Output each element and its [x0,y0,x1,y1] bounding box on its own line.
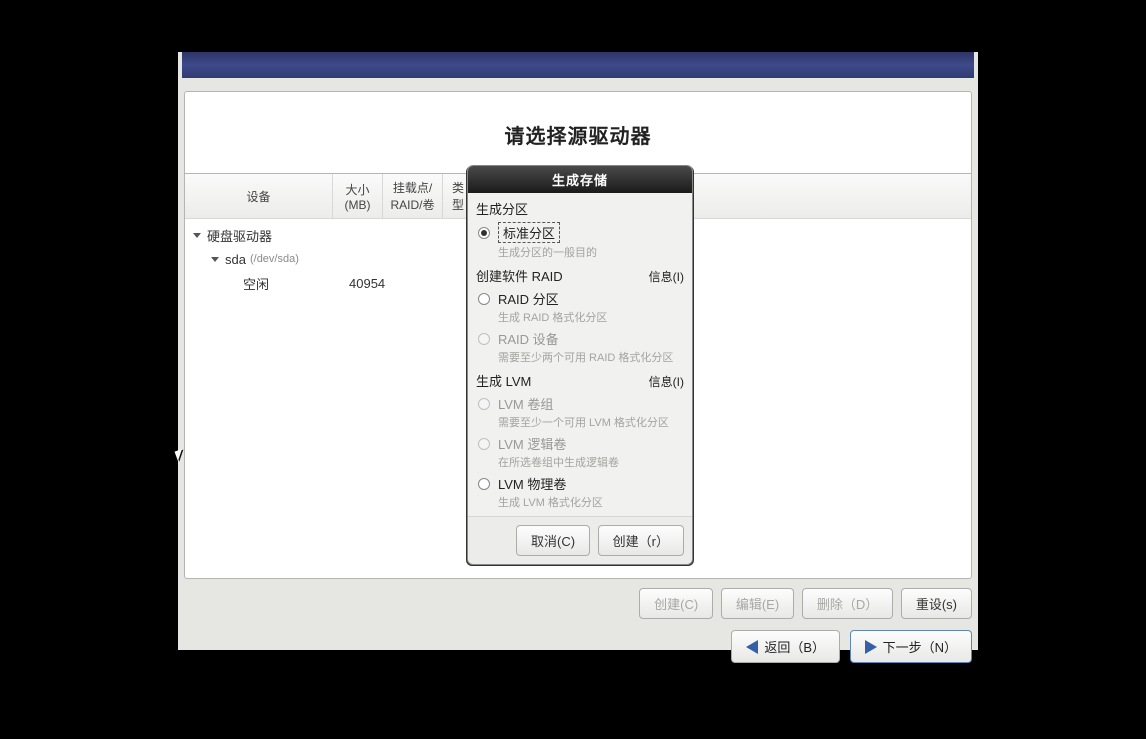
action-button-row: 创建(C) 编辑(E) 删除（D） 重设(s) [178,588,978,619]
delete-button[interactable]: 删除（D） [802,588,893,619]
col-size[interactable]: 大小 (MB) [333,174,383,218]
radio-desc: 需要至少两个可用 RAID 格式化分区 [476,349,684,365]
radio-raid-partition[interactable]: RAID 分区 [476,289,684,308]
col-device[interactable]: 设备 [185,174,333,218]
header-band [182,52,974,78]
next-button[interactable]: 下一步（N） [850,630,972,663]
radio-icon [478,333,490,345]
create-button[interactable]: 创建（r） [598,525,684,556]
radio-icon[interactable] [478,478,490,490]
radio-icon [478,438,490,450]
radio-label: 标准分区 [498,222,560,243]
dialog-body: 生成分区 标准分区 生成分区的一般目的 创建软件 RAID 信息(I) RAID… [468,193,692,516]
radio-label: LVM 逻辑卷 [498,434,566,453]
arrow-right-icon [865,640,877,654]
free-label: 空闲 [243,274,269,293]
cancel-button[interactable]: 取消(C) [516,525,590,556]
radio-lvm-physical[interactable]: LVM 物理卷 [476,474,684,493]
radio-icon[interactable] [478,227,490,239]
edit-button[interactable]: 编辑(E) [721,588,794,619]
nav-button-row: 返回（B） 下一步（N） [178,630,978,663]
section-partition-header: 生成分区 [476,199,684,218]
reset-button[interactable]: 重设(s) [901,588,972,619]
create-storage-dialog: 生成存储 生成分区 标准分区 生成分区的一般目的 创建软件 RAID 信息(I)… [467,165,693,565]
next-label: 下一步（N） [883,637,957,656]
radio-standard-partition[interactable]: 标准分区 [476,222,684,243]
radio-icon[interactable] [478,293,490,305]
radio-label: LVM 物理卷 [498,474,566,493]
radio-desc: 在所选卷组中生成逻辑卷 [476,454,684,470]
page-title: 请选择源驱动器 [185,92,971,174]
radio-raid-device: RAID 设备 [476,329,684,348]
info-link-lvm[interactable]: 信息(I) [649,373,684,390]
info-link-raid[interactable]: 信息(I) [649,268,684,285]
radio-desc: 需要至少一个可用 LVM 格式化分区 [476,414,684,430]
disk-label: sda [225,252,246,267]
arrow-left-icon [746,640,758,654]
chevron-down-icon[interactable] [193,233,201,238]
radio-lvm-group: LVM 卷组 [476,394,684,413]
create-button[interactable]: 创建(C) [639,588,713,619]
col-mount[interactable]: 挂载点/ RAID/卷 [383,174,443,218]
free-size: 40954 [349,276,385,291]
back-label: 返回（B） [764,637,825,656]
section-lvm-header: 生成 LVM 信息(I) [476,371,684,390]
section-raid-header: 创建软件 RAID 信息(I) [476,266,684,285]
radio-label: RAID 分区 [498,289,559,308]
disk-path: (/dev/sda) [250,253,299,265]
chevron-down-icon[interactable] [211,257,219,262]
radio-desc: 生成分区的一般目的 [476,244,684,260]
radio-desc: 生成 RAID 格式化分区 [476,309,684,325]
back-button[interactable]: 返回（B） [731,630,840,663]
radio-label: LVM 卷组 [498,394,553,413]
dialog-button-row: 取消(C) 创建（r） [468,516,692,564]
dialog-title: 生成存储 [468,166,692,193]
radio-desc: 生成 LVM 格式化分区 [476,494,684,510]
radio-label: RAID 设备 [498,329,559,348]
radio-icon [478,398,490,410]
tree-label: 硬盘驱动器 [207,226,272,245]
radio-lvm-logical: LVM 逻辑卷 [476,434,684,453]
